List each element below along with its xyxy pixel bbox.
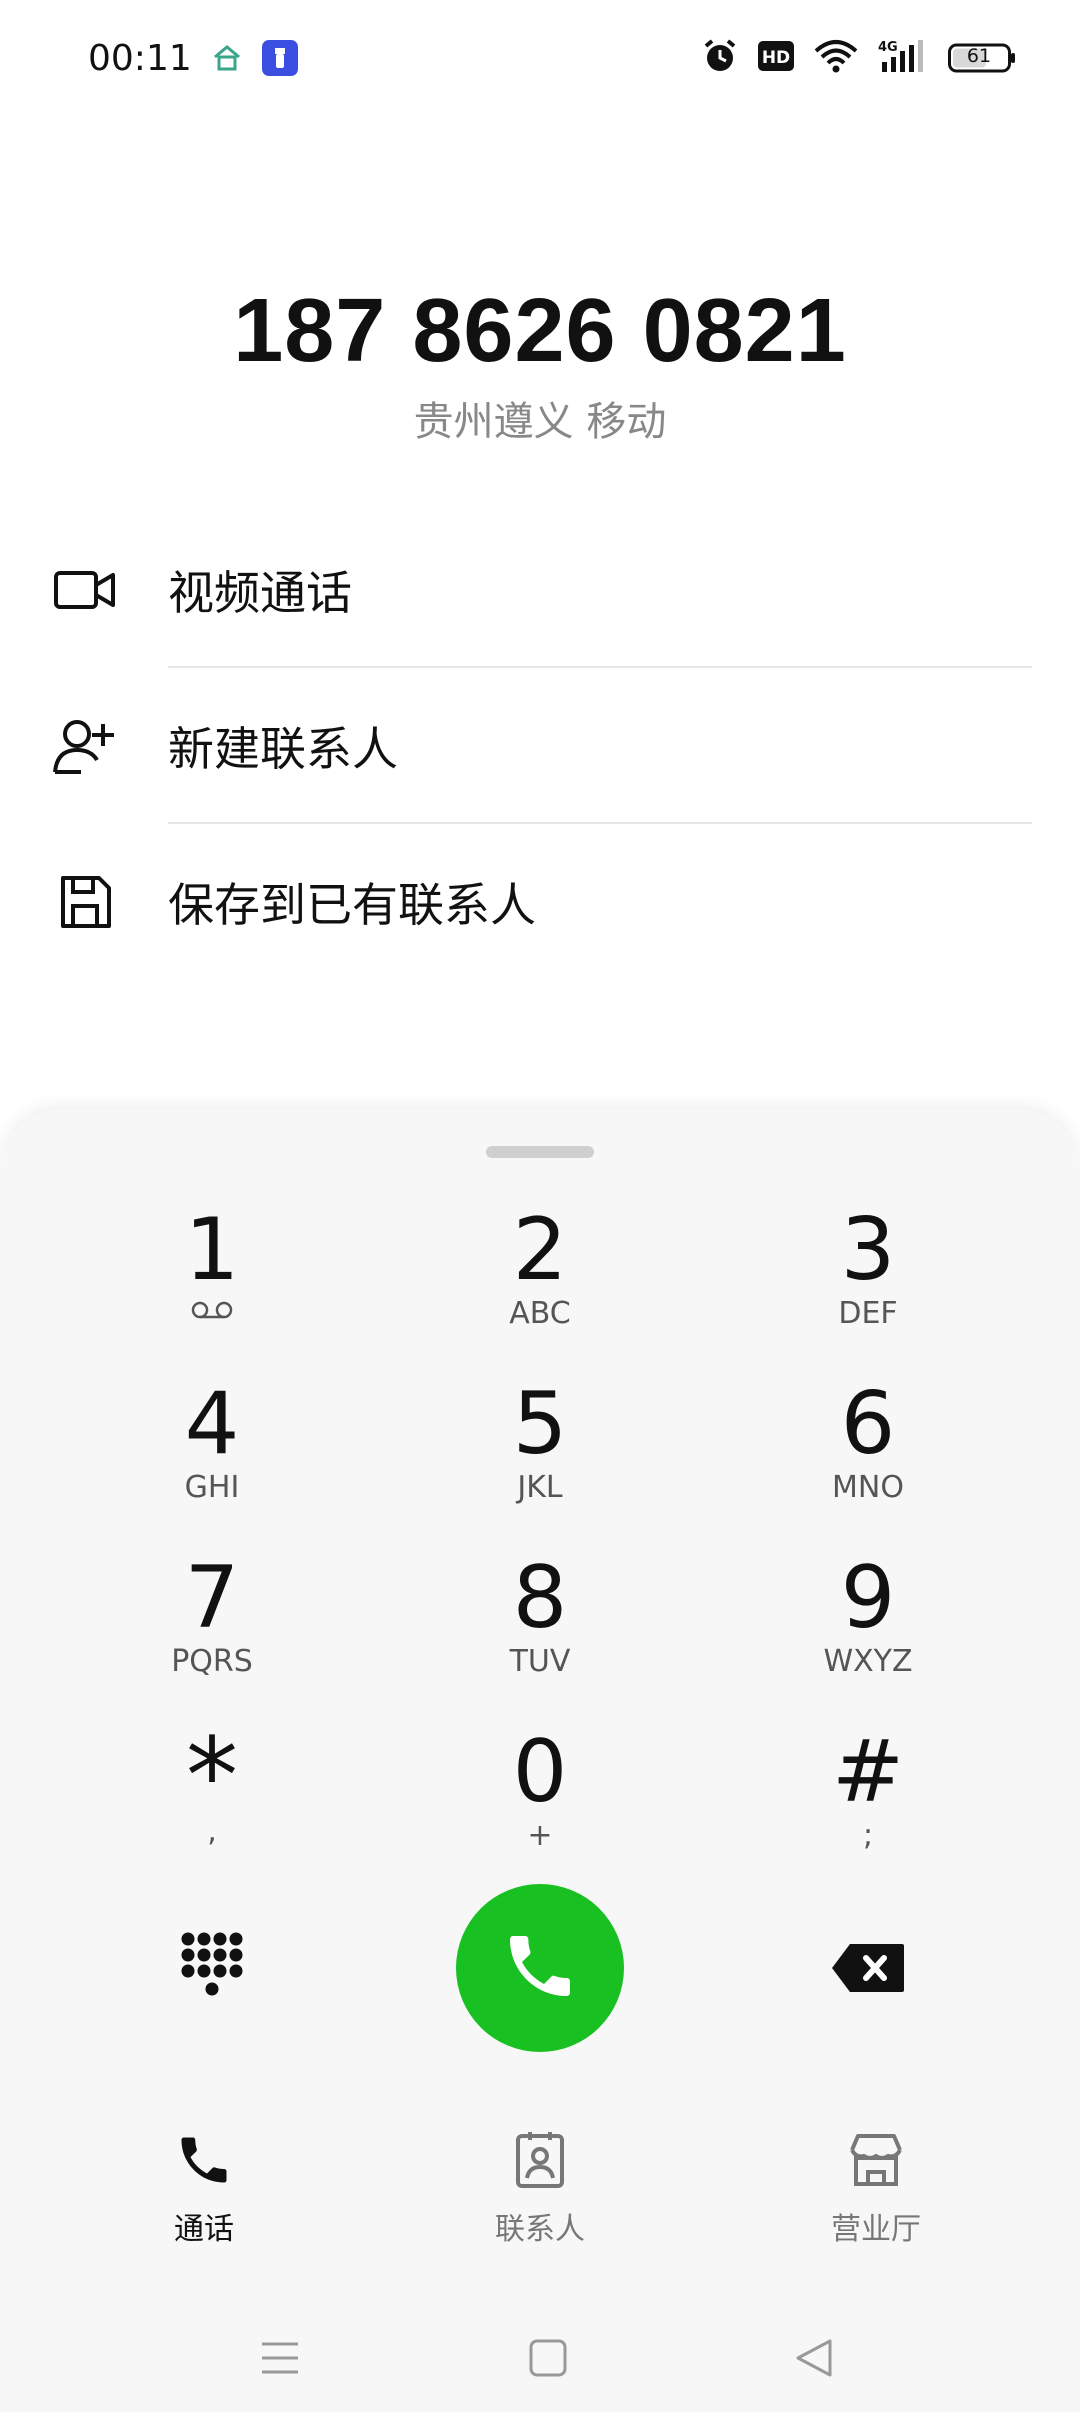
key-4[interactable]: 4 GHI	[92, 1376, 332, 1536]
new-contact-label: 新建联系人	[168, 722, 398, 776]
key-letters: WXYZ	[823, 1644, 913, 1679]
phone-icon	[174, 2137, 234, 2194]
key-letters: ;	[862, 1818, 874, 1853]
flashlight-app-icon	[262, 40, 298, 80]
dialer-screen: 00:11 HD 4G 61 187 8626 0821 贵州遵义 移动 视频通…	[0, 0, 1080, 2412]
contacts-icon	[510, 2132, 570, 2194]
key-digit: 3	[840, 1200, 896, 1300]
voicemail-icon	[92, 1300, 332, 1324]
home-square-icon	[529, 2339, 567, 2381]
key-letters: PQRS	[171, 1644, 253, 1679]
store-icon	[846, 2134, 906, 2194]
key-2[interactable]: 2 ABC	[420, 1202, 660, 1362]
save-to-contact-action[interactable]: 保存到已有联系人	[0, 824, 1080, 980]
key-7[interactable]: 7 PQRS	[92, 1550, 332, 1710]
battery-icon: 61	[948, 42, 1016, 74]
backspace-icon	[830, 1942, 906, 1998]
video-call-label: 视频通话	[168, 566, 352, 620]
dialpad-toggle-button[interactable]	[162, 1920, 262, 2020]
key-digit: 8	[512, 1548, 568, 1648]
key-digit: 1	[184, 1200, 240, 1300]
phone-handset-icon	[500, 1926, 580, 2010]
key-star[interactable]: * ,	[92, 1724, 332, 1884]
save-to-contact-label: 保存到已有联系人	[168, 878, 536, 932]
bottom-navigation: 通话 联系人 营业厅	[0, 2130, 1080, 2280]
new-contact-action[interactable]: 新建联系人	[0, 668, 1080, 824]
key-6[interactable]: 6 MNO	[748, 1376, 988, 1536]
key-digit: *	[186, 1715, 238, 1837]
back-triangle-icon	[794, 2338, 834, 2382]
recents-button[interactable]	[240, 2320, 320, 2400]
key-1[interactable]: 1	[92, 1202, 332, 1362]
key-5[interactable]: 5 JKL	[420, 1376, 660, 1536]
menu-icon	[260, 2341, 300, 2379]
tab-store[interactable]: 营业厅	[766, 2130, 986, 2248]
drag-handle[interactable]	[486, 1146, 594, 1158]
key-letters: ,	[207, 1814, 217, 1849]
status-indicators: HD 4G 61	[702, 38, 1016, 78]
status-time: 00:11	[88, 38, 192, 79]
key-digit: 4	[184, 1374, 240, 1474]
video-call-action[interactable]: 视频通话	[0, 512, 1080, 668]
key-letters: JKL	[517, 1470, 563, 1505]
system-navigation-bar	[0, 2300, 1080, 2412]
wifi-icon	[814, 39, 858, 77]
tab-contacts[interactable]: 联系人	[430, 2130, 650, 2248]
key-letters: +	[527, 1818, 553, 1853]
key-hash[interactable]: # ;	[748, 1724, 988, 1884]
home-app-icon	[212, 43, 242, 77]
key-digit: #	[831, 1722, 905, 1822]
key-0[interactable]: 0 +	[420, 1724, 660, 1884]
key-digit: 0	[512, 1722, 568, 1822]
key-digit: 9	[840, 1548, 896, 1648]
number-location: 贵州遵义 移动	[413, 399, 667, 445]
add-contact-icon	[50, 711, 120, 781]
tab-label: 联系人	[495, 2212, 585, 2247]
key-digit: 6	[840, 1374, 896, 1474]
video-call-icon	[50, 555, 120, 625]
cellular-signal-icon: 4G	[878, 38, 928, 78]
svg-text:4G: 4G	[878, 40, 898, 55]
dialpad-grid-icon	[180, 1931, 244, 2009]
alarm-icon	[702, 38, 738, 78]
battery-level-text: 61	[966, 45, 992, 67]
key-digit: 7	[184, 1548, 240, 1648]
key-3[interactable]: 3 DEF	[748, 1202, 988, 1362]
notification-icons	[212, 40, 298, 80]
key-8[interactable]: 8 TUV	[420, 1550, 660, 1710]
number-header: 187 8626 0821 贵州遵义 移动	[0, 280, 1080, 447]
status-bar: 00:11 HD 4G 61	[0, 0, 1080, 120]
key-digit: 2	[512, 1200, 568, 1300]
tab-label: 营业厅	[831, 2212, 921, 2247]
key-letters: GHI	[184, 1470, 240, 1505]
phone-number[interactable]: 187 8626 0821	[0, 280, 1080, 383]
backspace-button[interactable]	[818, 1920, 918, 2020]
home-button[interactable]	[508, 2320, 588, 2400]
key-9[interactable]: 9 WXYZ	[748, 1550, 988, 1710]
key-letters: TUV	[509, 1644, 571, 1679]
back-button[interactable]	[774, 2320, 854, 2400]
call-button[interactable]	[456, 1884, 624, 2052]
key-letters: MNO	[832, 1470, 904, 1505]
key-letters: DEF	[838, 1296, 898, 1331]
tab-calls[interactable]: 通话	[94, 2130, 314, 2248]
key-letters: ABC	[509, 1296, 571, 1331]
save-icon	[50, 867, 120, 937]
hd-icon: HD	[758, 41, 794, 75]
key-digit: 5	[512, 1374, 568, 1474]
svg-text:HD: HD	[762, 48, 790, 68]
tab-label: 通话	[174, 2212, 234, 2247]
number-actions-list: 视频通话 新建联系人 保存到已有联系人	[0, 512, 1080, 980]
